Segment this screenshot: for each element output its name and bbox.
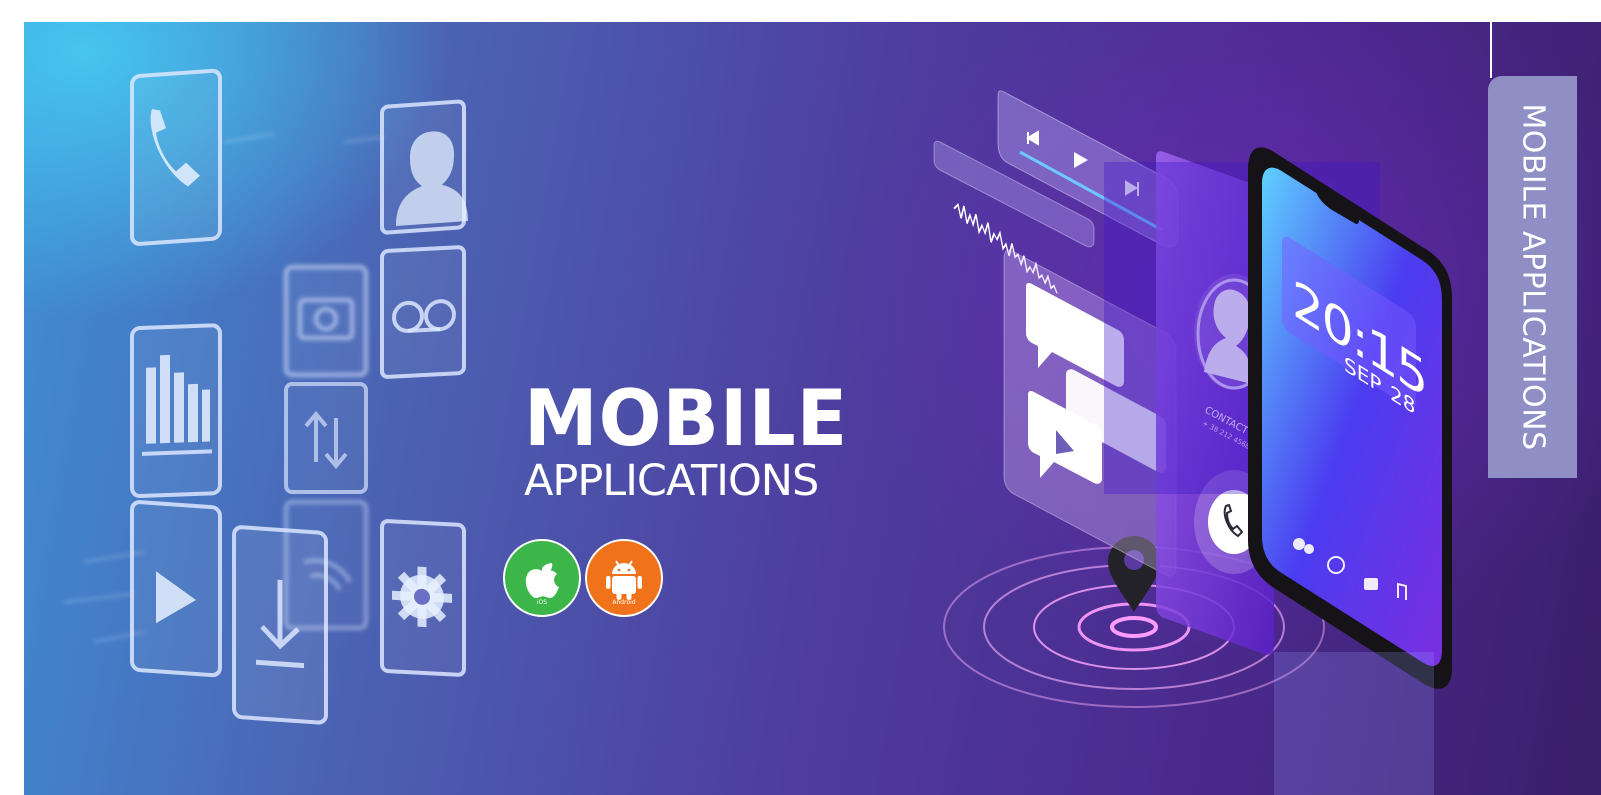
side-tab[interactable]: MOBILE APPLICATIONS xyxy=(1488,76,1577,478)
ios-badge[interactable]: iOS xyxy=(503,539,581,617)
side-tab-line xyxy=(1490,22,1492,78)
gear-icon xyxy=(380,519,466,677)
camera-app-icon xyxy=(1364,578,1378,590)
ios-badge-label: iOS xyxy=(536,599,548,606)
smartphone: 20:15 SEP 28 xyxy=(1248,147,1452,689)
voicemail-icon xyxy=(380,245,466,379)
android-badge-label: Android xyxy=(612,599,636,606)
page-subtitle: APPLICATIONS xyxy=(524,456,819,506)
phone-icon xyxy=(130,68,222,246)
android-badge[interactable]: Android xyxy=(585,539,663,617)
app-icons-cluster xyxy=(24,22,504,795)
transfer-icon xyxy=(284,382,368,494)
people-icon xyxy=(1293,538,1305,550)
phone-illustration: CONTACT NAME + 38 212 456882 20:15 xyxy=(904,52,1464,795)
headline: MOBILE APPLICATIONS xyxy=(524,373,904,506)
side-tab-label: MOBILE APPLICATIONS xyxy=(1515,103,1550,451)
hero-banner: MOBILE APPLICATIONS iOS Android 20:15 SE… xyxy=(24,22,1601,795)
chart-icon xyxy=(130,323,222,498)
contact-icon xyxy=(380,99,468,235)
phone-reflection xyxy=(1274,652,1434,795)
page-title: MOBILE xyxy=(524,373,849,465)
download-icon xyxy=(232,525,328,725)
play-icon xyxy=(130,500,222,678)
camera-icon xyxy=(284,265,368,377)
